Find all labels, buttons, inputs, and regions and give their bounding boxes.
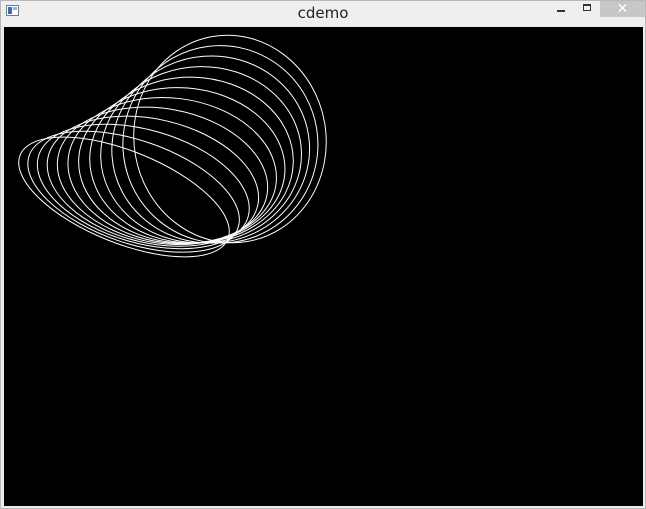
minimize-button[interactable] (549, 1, 573, 21)
curve-ellipse (36, 123, 250, 250)
close-button[interactable]: ✕ (600, 1, 645, 17)
title-bar[interactable]: cdemo ✕ (1, 1, 645, 25)
curve-ellipse (56, 106, 269, 246)
curve-ellipse (133, 34, 327, 244)
curve-ellipse (78, 87, 286, 244)
curve-drawing (18, 34, 327, 258)
close-icon: ✕ (616, 1, 629, 17)
maximize-icon (583, 4, 591, 11)
maximize-button[interactable] (577, 1, 599, 21)
curve-ellipse (122, 45, 319, 244)
app-window: cdemo ✕ (0, 0, 646, 509)
curve-ellipse (100, 66, 302, 244)
drawing-canvas[interactable] (4, 27, 643, 506)
minimize-icon (557, 10, 565, 12)
